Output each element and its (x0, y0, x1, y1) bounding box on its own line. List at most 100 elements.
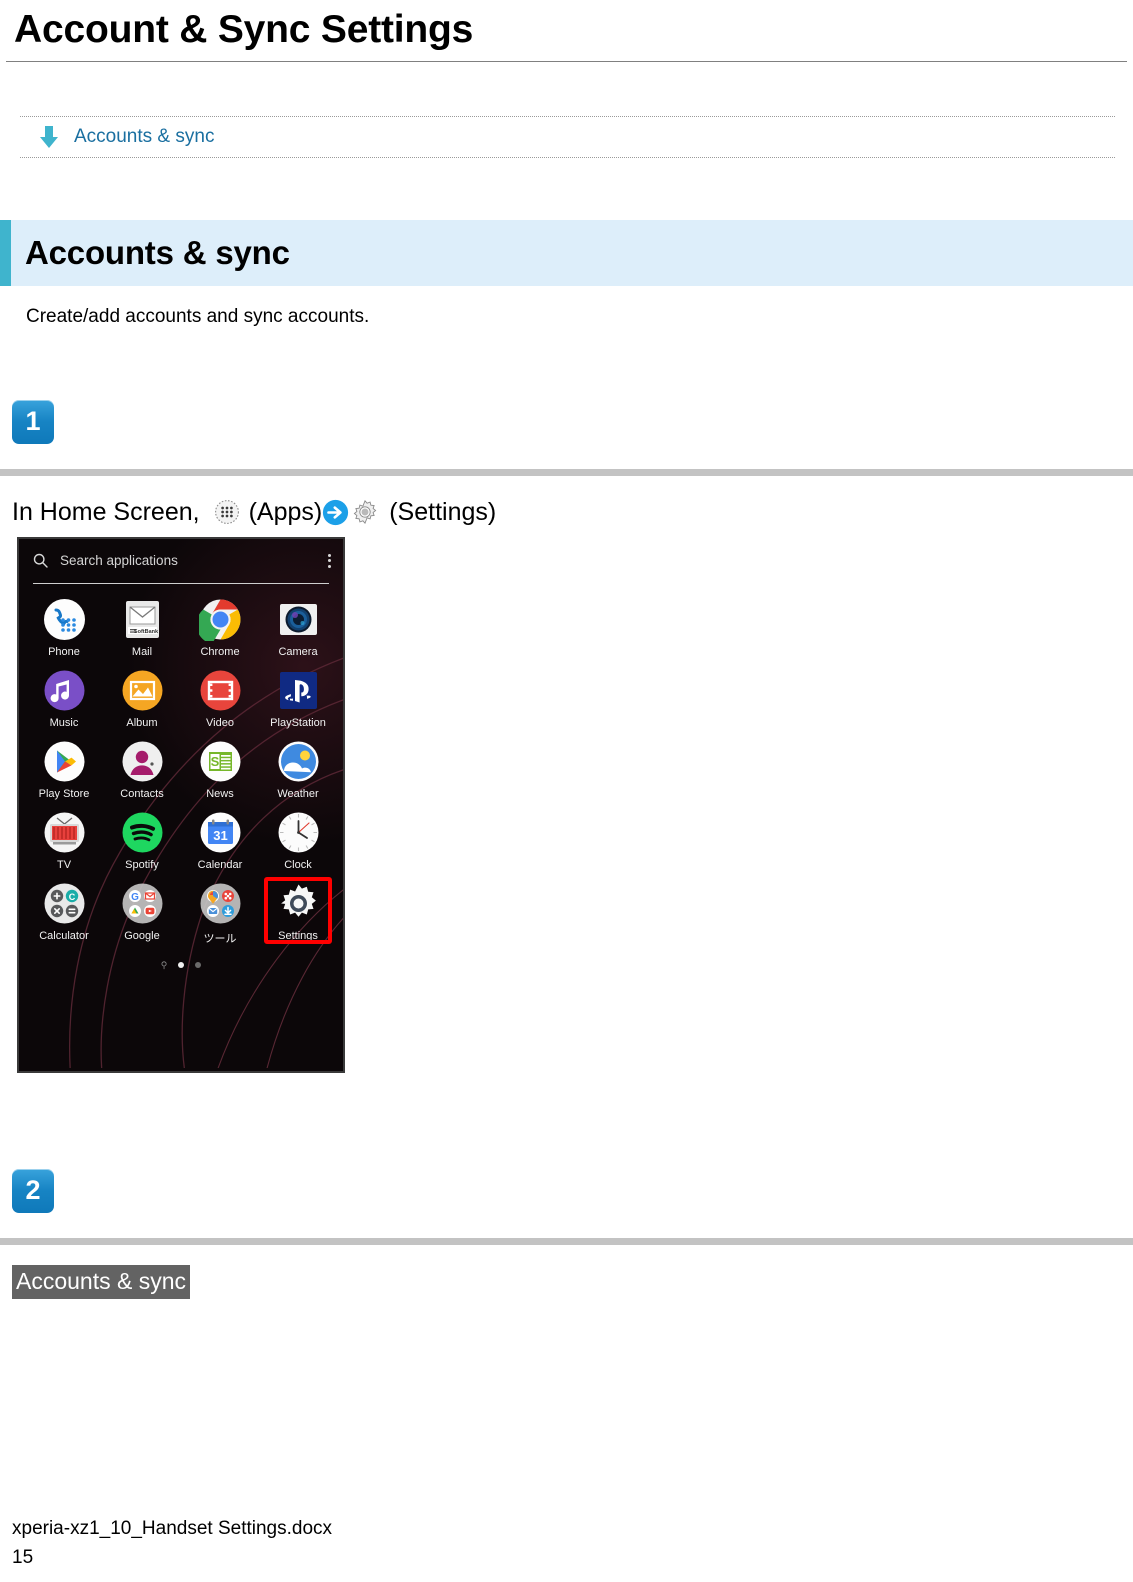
mail-icon: SoftBank (121, 598, 164, 641)
app-label: Video (206, 716, 234, 729)
footer-page-number: 15 (12, 1546, 34, 1568)
section-description: Create/add accounts and sync accounts. (26, 305, 370, 327)
app-label: Spotify (125, 858, 159, 871)
app-label: Settings (278, 929, 318, 942)
clock-icon (277, 811, 320, 854)
svg-text:G: G (131, 892, 139, 903)
spotify-icon (121, 811, 164, 854)
title-divider (6, 60, 1127, 62)
app-label: Contacts (120, 787, 164, 800)
calendar-icon: 31 (199, 811, 242, 854)
video-icon (199, 669, 242, 712)
step-1-instruction-prefix: In Home Screen, (12, 497, 200, 526)
down-arrow-icon (40, 125, 58, 148)
gear-icon (353, 500, 377, 525)
step-1-divider (0, 468, 1133, 476)
step-2-divider (0, 1237, 1133, 1245)
page-dot[interactable] (195, 962, 202, 969)
breadcrumb-label[interactable]: Accounts & sync (74, 126, 214, 148)
app-item-tv[interactable]: TV (25, 811, 103, 871)
app-item-spotify[interactable]: Spotify (103, 811, 181, 871)
page-title: Account & Sync Settings (14, 8, 474, 51)
app-item-calendar[interactable]: 31 Calendar (181, 811, 259, 871)
step-2: 2 Accounts & sync (0, 1168, 1133, 1299)
search-bar[interactable]: Search applications (19, 539, 343, 583)
step-1: 1 In Home Screen, (Apps) (Settings) Sear… (0, 399, 1133, 1073)
app-label: Music (49, 716, 79, 729)
app-label: Phone (48, 645, 80, 658)
step-1-badge: 1 (12, 399, 54, 444)
app-item-music[interactable]: Music (25, 669, 103, 729)
app-label: Clock (284, 858, 312, 871)
app-item-settings[interactable]: Settings (259, 876, 337, 946)
step-2-badge: 2 (12, 1168, 54, 1213)
chrome-icon (198, 598, 242, 641)
step-1-instruction: In Home Screen, (Apps) (Settings) (0, 476, 1133, 527)
app-item-news[interactable]: S News (181, 740, 259, 800)
app-label: Weather (277, 787, 319, 800)
app-label: Calculator (39, 929, 89, 942)
app-label: Mail (131, 645, 153, 658)
app-label: Chrome (200, 645, 240, 658)
page-dot-active[interactable] (178, 962, 185, 969)
phone-screenshot: Search applications Phone SoftBank Mail … (17, 536, 345, 1073)
app-item-contacts[interactable]: Contacts (103, 740, 181, 800)
svg-text:C: C (68, 892, 75, 902)
section-banner: Accounts & sync (0, 219, 1133, 286)
contacts-icon (121, 740, 164, 783)
app-label: TV (56, 858, 72, 871)
music-icon (43, 669, 86, 712)
calendar-day-number: 31 (213, 828, 227, 843)
app-label: Camera (278, 645, 318, 658)
step-1-apps-label: (Apps) (248, 497, 323, 526)
app-item-mail[interactable]: SoftBank Mail (103, 598, 181, 658)
search-input[interactable]: Search applications (60, 553, 328, 568)
breadcrumb: Accounts & sync (20, 115, 1115, 158)
news-icon: S (199, 740, 242, 783)
page-indicator: ⚲ (19, 960, 343, 971)
app-item-playstation[interactable]: PlayStation (259, 669, 337, 729)
app-label: Calendar (197, 858, 243, 871)
app-label: News (206, 787, 234, 800)
svg-text:S: S (210, 754, 219, 769)
playstation-icon (277, 669, 320, 712)
tv-icon (43, 811, 86, 854)
album-icon (121, 669, 164, 712)
search-icon (33, 554, 48, 569)
app-label: Google (124, 929, 160, 942)
step-2-highlight-text[interactable]: Accounts & sync (12, 1264, 191, 1299)
kebab-menu-icon[interactable] (328, 553, 331, 568)
section-banner-title: Accounts & sync (25, 233, 290, 271)
app-item-video[interactable]: Video (181, 669, 259, 729)
right-arrow-circle-icon (323, 499, 349, 525)
camera-icon (277, 598, 320, 641)
app-item-play-store[interactable]: Play Store (25, 740, 103, 800)
app-item-camera[interactable]: Camera (259, 598, 337, 658)
app-label: Album (126, 716, 158, 729)
app-label: ツール (203, 932, 237, 945)
app-grid: Phone SoftBank Mail Chrome Camera Music … (19, 584, 343, 946)
footer-filename: xperia-xz1_10_Handset Settings.docx (12, 1518, 333, 1539)
tools-folder-icon (199, 882, 242, 925)
page-indicator-search-icon: ⚲ (160, 959, 168, 970)
google-folder-icon: G (121, 882, 164, 925)
play-store-icon (43, 740, 86, 783)
app-item-chrome[interactable]: Chrome (181, 598, 259, 658)
app-item-calculator[interactable]: C Calculator (25, 882, 103, 946)
app-item-album[interactable]: Album (103, 669, 181, 729)
apps-grid-icon (214, 500, 239, 525)
app-item-clock[interactable]: Clock (259, 811, 337, 871)
settings-gear-icon (277, 882, 320, 925)
calculator-icon: C (43, 882, 86, 925)
footer: xperia-xz1_10_Handset Settings.docx 15 (12, 1515, 332, 1572)
app-item-tools-folder[interactable]: ツール (181, 882, 259, 946)
app-item-phone[interactable]: Phone (25, 598, 103, 658)
step-1-settings-label: (Settings) (389, 497, 497, 526)
app-label: Play Store (38, 787, 90, 800)
svg-text:SoftBank: SoftBank (133, 629, 158, 635)
app-item-google-folder[interactable]: G Google (103, 882, 181, 946)
breadcrumb-bottom-dotted-rule (20, 156, 1115, 158)
app-item-weather[interactable]: Weather (259, 740, 337, 800)
weather-icon (277, 740, 320, 783)
app-label: PlayStation (270, 716, 326, 729)
